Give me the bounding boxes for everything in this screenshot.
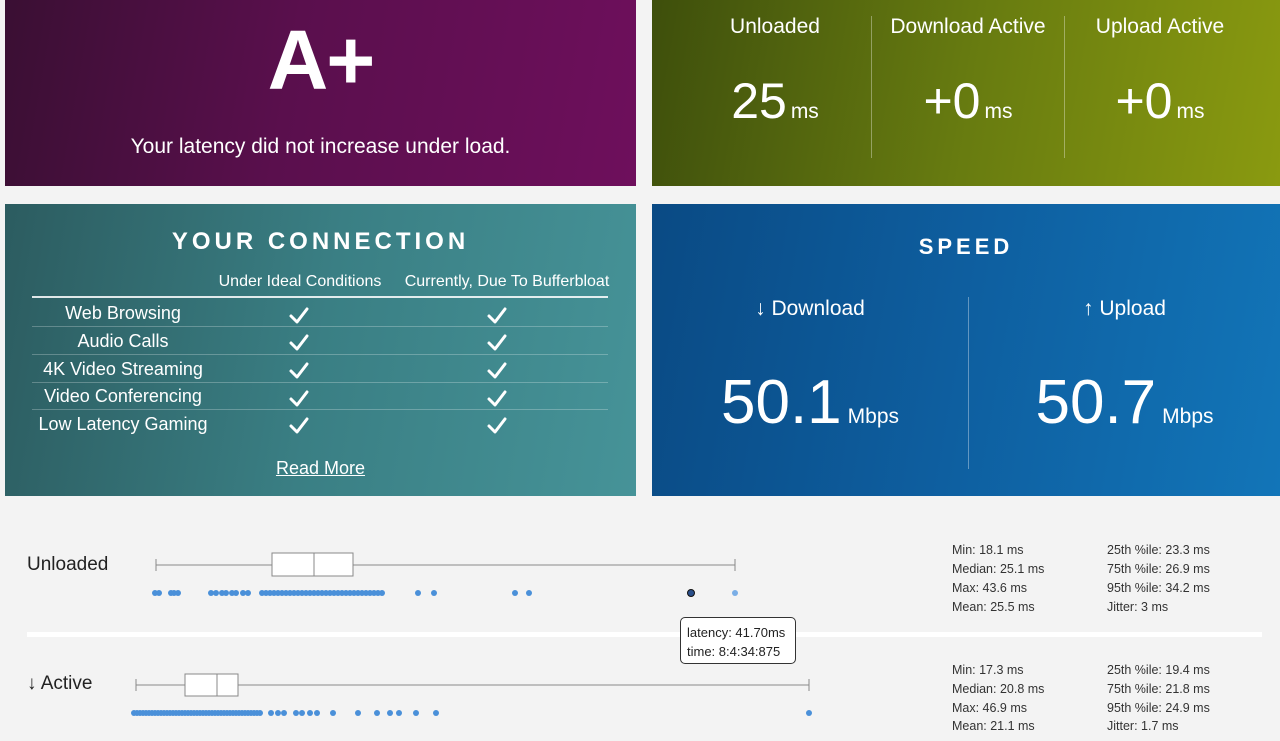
plot-separator xyxy=(27,632,1262,637)
stat-p25: 25th %ile: 23.3 ms xyxy=(1107,543,1210,557)
tooltip-time: time: 8:4:34:875 xyxy=(687,644,781,659)
data-point[interactable] xyxy=(223,590,229,596)
data-point[interactable] xyxy=(257,710,263,716)
latency-tooltip: latency: 41.70ms time: 8:4:34:875 xyxy=(680,617,796,664)
data-point[interactable] xyxy=(293,710,299,716)
stat-mean: Mean: 25.5 ms xyxy=(952,600,1035,614)
data-point[interactable] xyxy=(156,590,162,596)
stat-p95: 95th %ile: 24.9 ms xyxy=(1107,701,1210,715)
data-point[interactable] xyxy=(387,710,393,716)
data-point[interactable] xyxy=(355,710,361,716)
stat-jitter: Jitter: 1.7 ms xyxy=(1107,719,1179,733)
stat-p75: 75th %ile: 21.8 ms xyxy=(1107,682,1210,696)
data-point[interactable] xyxy=(281,710,287,716)
data-point[interactable] xyxy=(275,710,281,716)
iqr-box xyxy=(271,552,354,577)
latency-boxplots xyxy=(131,552,812,716)
iqr-box xyxy=(184,673,239,697)
data-point[interactable] xyxy=(330,710,336,716)
data-point[interactable] xyxy=(307,710,313,716)
data-point[interactable] xyxy=(413,710,419,716)
stat-jitter: Jitter: 3 ms xyxy=(1107,600,1169,614)
data-point[interactable] xyxy=(806,710,812,716)
stat-median: Median: 20.8 ms xyxy=(952,682,1045,696)
data-point[interactable] xyxy=(233,590,239,596)
hovered-point[interactable] xyxy=(687,589,695,597)
stat-median: Median: 25.1 ms xyxy=(952,562,1045,576)
stat-mean: Mean: 21.1 ms xyxy=(952,719,1035,733)
unloaded-boxplot xyxy=(155,552,736,577)
data-point[interactable] xyxy=(245,590,251,596)
data-point[interactable] xyxy=(268,710,274,716)
data-point[interactable] xyxy=(431,590,437,596)
unloaded-dots xyxy=(152,590,532,596)
data-point[interactable] xyxy=(415,590,421,596)
stat-max: Max: 43.6 ms xyxy=(952,581,1028,595)
stat-max: Max: 46.9 ms xyxy=(952,701,1028,715)
active-boxplot xyxy=(135,673,810,697)
data-point[interactable] xyxy=(512,590,518,596)
data-point[interactable] xyxy=(379,590,385,596)
data-point[interactable] xyxy=(213,590,219,596)
active-dots xyxy=(131,710,812,716)
stat-p75: 75th %ile: 26.9 ms xyxy=(1107,562,1210,576)
data-point[interactable] xyxy=(374,710,380,716)
stat-p95: 95th %ile: 34.2 ms xyxy=(1107,581,1210,595)
data-point[interactable] xyxy=(433,710,439,716)
data-point[interactable] xyxy=(299,710,305,716)
data-point[interactable] xyxy=(732,590,738,596)
stat-min: Min: 17.3 ms xyxy=(952,663,1024,677)
data-point[interactable] xyxy=(314,710,320,716)
stat-min: Min: 18.1 ms xyxy=(952,543,1024,557)
data-point[interactable] xyxy=(175,590,181,596)
stat-p25: 25th %ile: 19.4 ms xyxy=(1107,663,1210,677)
data-point[interactable] xyxy=(526,590,532,596)
tooltip-latency: latency: 41.70ms xyxy=(687,625,786,640)
data-point[interactable] xyxy=(396,710,402,716)
